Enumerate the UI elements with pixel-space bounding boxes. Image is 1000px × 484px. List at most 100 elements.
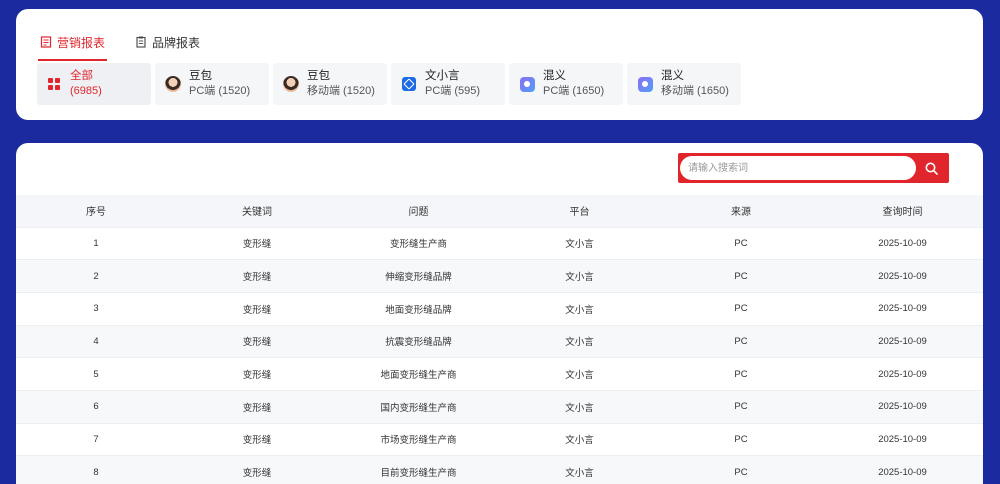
filter-count: 移动端 (1520) — [307, 85, 375, 97]
cell-platform: 文小言 — [499, 226, 660, 260]
cell-source: PC — [660, 455, 822, 484]
filter-doubao-mobile[interactable]: 豆包移动端 (1520) — [273, 63, 387, 105]
table-row[interactable]: 4 变形缝 抗震变形缝品牌 文小言 PC 2025-10-09 — [16, 324, 983, 358]
table-header-row: 序号 关键词 问题 平台 来源 查询时间 — [16, 195, 983, 227]
cell-platform: 文小言 — [499, 259, 660, 293]
clipboard-icon — [136, 36, 146, 48]
search-button[interactable] — [916, 155, 947, 181]
filter-name: 豆包 — [189, 70, 212, 82]
filter-count: 移动端 (1650) — [661, 85, 729, 97]
table-row[interactable]: 7 变形缝 市场变形缝生产商 文小言 PC 2025-10-09 — [16, 422, 983, 456]
cell-query-time: 2025-10-09 — [822, 422, 983, 456]
cell-keyword: 变形缝 — [176, 259, 338, 293]
platform-filters: 全部 (6985) 豆包 PC端 (1520) 豆包移动端 (1520) 文小言 PC… — [37, 63, 741, 105]
cell-query-time: 2025-10-09 — [822, 357, 983, 391]
filter-name: 豆包 — [307, 70, 330, 82]
cell-source: PC — [660, 324, 822, 358]
cell-query-time: 2025-10-09 — [822, 324, 983, 358]
table-row[interactable]: 3 变形缝 地面变形缝品牌 文小言 PC 2025-10-09 — [16, 291, 983, 326]
cell-question: 抗震变形缝品牌 — [338, 324, 499, 358]
search-bar — [678, 153, 949, 183]
table-row[interactable]: 8 变形缝 目前变形缝生产商 文小言 PC 2025-10-09 — [16, 455, 983, 484]
cell-index: 4 — [16, 324, 176, 358]
header-platform: 平台 — [499, 195, 660, 227]
report-header-card: 营销报表 品牌报表 全部 (6985) 豆包 PC端 (1520) 豆包移动端 (1… — [16, 9, 983, 120]
cell-query-time: 2025-10-09 — [822, 389, 983, 424]
cell-query-time: 2025-10-09 — [822, 455, 983, 484]
hunyuan-icon — [519, 76, 535, 92]
cell-source: PC — [660, 422, 822, 456]
cell-source: PC — [660, 291, 822, 326]
filter-hunyuan-pc[interactable]: 混义 PC端 (1650) — [509, 63, 623, 105]
table-row[interactable]: 6 变形缝 国内变形缝生产商 文小言 PC 2025-10-09 — [16, 389, 983, 424]
cell-question: 国内变形缝生产商 — [338, 389, 499, 424]
cell-source: PC — [660, 357, 822, 391]
tab-brand-report[interactable]: 品牌报表 — [133, 27, 202, 57]
header-source: 来源 — [660, 195, 822, 227]
table-row[interactable]: 1 变形缝 变形缝生产商 文小言 PC 2025-10-09 — [16, 226, 983, 260]
cell-keyword: 变形缝 — [176, 226, 338, 260]
cell-keyword: 变形缝 — [176, 324, 338, 358]
table-row[interactable]: 2 变形缝 伸缩变形缝品牌 文小言 PC 2025-10-09 — [16, 259, 983, 293]
cell-platform: 文小言 — [499, 324, 660, 358]
cell-keyword: 变形缝 — [176, 389, 338, 424]
filter-count: PC端 (595) — [425, 85, 481, 97]
cell-source: PC — [660, 259, 822, 293]
cell-question: 伸缩变形缝品牌 — [338, 259, 499, 293]
header-query-time: 查询时间 — [822, 195, 983, 227]
table-row[interactable]: 5 变形缝 地面变形缝生产商 文小言 PC 2025-10-09 — [16, 357, 983, 391]
wenxiaoyan-icon — [402, 77, 416, 91]
doubao-avatar-icon — [283, 76, 299, 92]
doubao-avatar-icon — [165, 76, 181, 92]
cell-platform: 文小言 — [499, 422, 660, 456]
filter-name: 全部 — [70, 70, 93, 82]
cell-index: 6 — [16, 389, 176, 424]
filter-count: PC端 (1520) — [189, 85, 251, 97]
report-icon — [40, 36, 52, 48]
filter-count: PC端 (1650) — [543, 85, 605, 97]
filter-hunyuan-mobile[interactable]: 混义移动端 (1650) — [627, 63, 741, 105]
results-table: 序号 关键词 问题 平台 来源 查询时间 1 变形缝 变形缝生产商 文小言 PC 2025… — [16, 195, 983, 484]
cell-query-time: 2025-10-09 — [822, 259, 983, 293]
cell-keyword: 变形缝 — [176, 357, 338, 391]
tab-label: 营销报表 — [57, 35, 106, 50]
header-index: 序号 — [16, 195, 176, 227]
header-keyword: 关键词 — [176, 195, 338, 227]
report-tabs: 营销报表 品牌报表 — [38, 27, 228, 61]
cell-index: 3 — [16, 291, 176, 326]
header-question: 问题 — [338, 195, 499, 227]
cell-source: PC — [660, 226, 822, 260]
cell-platform: 文小言 — [499, 389, 660, 424]
cell-platform: 文小言 — [499, 455, 660, 484]
tab-label: 品牌报表 — [152, 35, 201, 50]
filter-name: 混义 — [661, 70, 684, 82]
grid-icon — [48, 78, 60, 90]
cell-keyword: 变形缝 — [176, 291, 338, 326]
cell-index: 5 — [16, 357, 176, 391]
cell-platform: 文小言 — [499, 357, 660, 391]
filter-name: 文小言 — [425, 70, 460, 82]
filter-doubao-pc[interactable]: 豆包 PC端 (1520) — [155, 63, 269, 105]
filter-wenxiaoyan-pc[interactable]: 文小言 PC端 (595) — [391, 63, 505, 105]
cell-index: 7 — [16, 422, 176, 456]
cell-query-time: 2025-10-09 — [822, 291, 983, 326]
results-card: 序号 关键词 问题 平台 来源 查询时间 1变形缝变形缝生产商文小言PC2025… — [16, 143, 983, 484]
cell-keyword: 变形缝 — [176, 455, 338, 484]
cell-question: 地面变形缝生产商 — [338, 357, 499, 391]
search-icon — [925, 162, 938, 175]
cell-index: 8 — [16, 455, 176, 484]
cell-platform: 文小言 — [499, 291, 660, 326]
cell-source: PC — [660, 389, 822, 424]
filter-count: (6985) — [70, 85, 102, 97]
cell-question: 变形缝生产商 — [338, 226, 499, 260]
tab-marketing-report[interactable]: 营销报表 — [38, 27, 108, 61]
cell-index: 1 — [16, 226, 176, 260]
hunyuan-icon — [637, 76, 653, 92]
cell-question: 地面变形缝品牌 — [338, 291, 499, 326]
search-input[interactable] — [680, 156, 916, 180]
cell-index: 2 — [16, 259, 176, 293]
cell-keyword: 变形缝 — [176, 422, 338, 456]
filter-all[interactable]: 全部 (6985) — [37, 63, 151, 105]
cell-query-time: 2025-10-09 — [822, 226, 983, 260]
filter-name: 混义 — [543, 70, 566, 82]
